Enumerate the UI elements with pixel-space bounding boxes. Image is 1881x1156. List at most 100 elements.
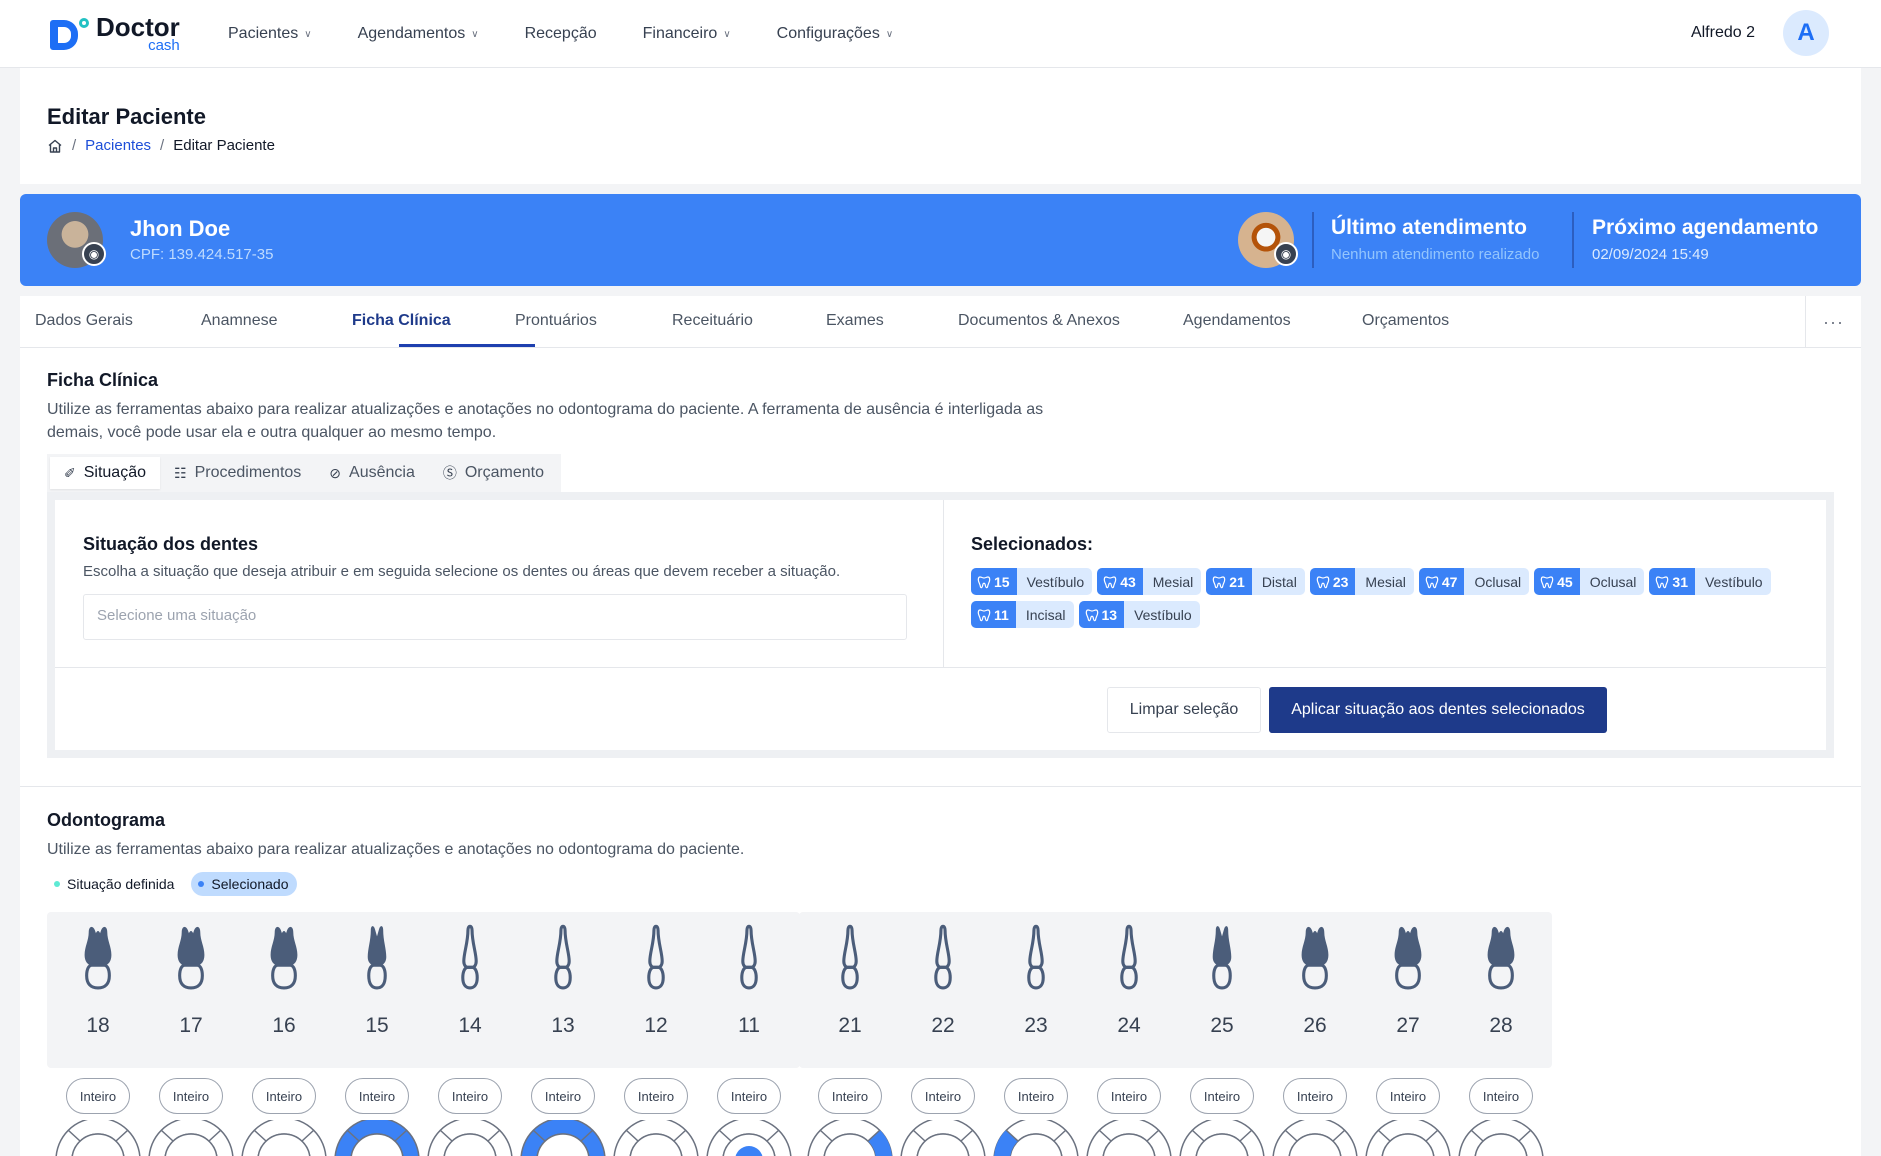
tab-exames[interactable]: Exames xyxy=(826,312,884,330)
tab-ficha-cl-nica[interactable]: Ficha Clínica xyxy=(352,312,451,330)
nav-agendamentos[interactable]: Agendamentos ∨ xyxy=(358,25,479,43)
tooth-state-pill[interactable]: Inteiro xyxy=(438,1078,502,1114)
tooth-state-pill[interactable]: Inteiro xyxy=(345,1078,409,1114)
tooth-faces-diagram[interactable] xyxy=(705,1120,793,1156)
tooth-28[interactable]: 28 xyxy=(1450,912,1552,1068)
tooth-state-pill[interactable]: Inteiro xyxy=(1376,1078,1440,1114)
tooth-state-pill[interactable]: Inteiro xyxy=(911,1078,975,1114)
selected-tooth-chip[interactable]: 21 Distal xyxy=(1206,568,1305,595)
tabs-more-button[interactable]: ··· xyxy=(1805,296,1861,348)
tab-receitu-rio[interactable]: Receituário xyxy=(672,312,753,330)
tab-dados-gerais[interactable]: Dados Gerais xyxy=(35,312,133,330)
tooth-face-28: Inteiro xyxy=(1450,1078,1552,1156)
tooth-faces-diagram[interactable] xyxy=(1178,1120,1266,1156)
camera-icon[interactable]: ◉ xyxy=(82,242,106,266)
user-name[interactable]: Alfredo 2 xyxy=(1691,24,1755,42)
tab-prontu-rios[interactable]: Prontuários xyxy=(515,312,597,330)
tooth-11[interactable]: 11 xyxy=(698,912,800,1068)
home-icon[interactable] xyxy=(47,138,63,154)
tooth-state-pill[interactable]: Inteiro xyxy=(818,1078,882,1114)
tooth-state-pill[interactable]: Inteiro xyxy=(1097,1078,1161,1114)
tab-agendamentos[interactable]: Agendamentos xyxy=(1183,312,1291,330)
selected-tooth-chip[interactable]: 15 Vestíbulo xyxy=(971,568,1093,595)
selected-tooth-chip[interactable]: 11 Incisal xyxy=(971,601,1074,628)
chip-area: Distal xyxy=(1261,573,1297,590)
tooth-faces-diagram[interactable] xyxy=(54,1120,142,1156)
tooth-state-pill[interactable]: Inteiro xyxy=(1190,1078,1254,1114)
main-menu: Pacientes ∨ Agendamentos ∨ Recepção Financeir… xyxy=(228,0,939,68)
tooth-state-pill[interactable]: Inteiro xyxy=(1283,1078,1347,1114)
tooth-faces-diagram[interactable] xyxy=(1085,1120,1173,1156)
legend-defined: Situação definida xyxy=(47,872,184,896)
tooth-25[interactable]: 25 xyxy=(1171,912,1273,1068)
subtab-procedimentos[interactable]: ☷ Procedimentos xyxy=(160,457,315,489)
tooth-24[interactable]: 24 xyxy=(1078,912,1180,1068)
nav-financeiro[interactable]: Financeiro ∨ xyxy=(643,25,731,43)
avatar[interactable]: A xyxy=(1783,10,1829,56)
tooth-faces-row: Inteiro Inteiro Inteiro Inteiro Inteiro Intei… xyxy=(47,1078,1837,1156)
ficha-description-line-1: Utilize as ferramentas abaixo para reali… xyxy=(47,401,1044,418)
tooth-18[interactable]: 18 xyxy=(47,912,149,1068)
selected-chips: 15 Vestíbulo 43 Mesial 21 Distal 23 Mesial 47 Ocl… xyxy=(971,568,1801,628)
apply-situation-button[interactable]: Aplicar situação aos dentes selecionados xyxy=(1269,687,1607,733)
selected-tooth-chip[interactable]: 31 Vestíbulo xyxy=(1649,568,1771,595)
tab-documentos-anexos[interactable]: Documentos & Anexos xyxy=(958,312,1120,330)
tooth-number: 13 xyxy=(551,1014,575,1037)
tooth-13[interactable]: 13 xyxy=(512,912,614,1068)
tooth-state-pill[interactable]: Inteiro xyxy=(252,1078,316,1114)
breadcrumb-separator: / xyxy=(160,137,165,154)
tab-anamnese[interactable]: Anamnese xyxy=(201,312,278,330)
nav-configuraes[interactable]: Configurações ∨ xyxy=(777,25,894,43)
tooth-faces-diagram[interactable] xyxy=(147,1120,235,1156)
tooth-15[interactable]: 15 xyxy=(326,912,428,1068)
tooth-faces-diagram[interactable] xyxy=(240,1120,328,1156)
tooth-22[interactable]: 22 xyxy=(892,912,994,1068)
breadcrumb-pacientes-link[interactable]: Pacientes xyxy=(85,137,151,154)
selected-tooth-chip[interactable]: 43 Mesial xyxy=(1097,568,1202,595)
tooth-27[interactable]: 27 xyxy=(1357,912,1459,1068)
tooth-faces-diagram[interactable] xyxy=(333,1120,421,1156)
tooth-faces-diagram[interactable] xyxy=(806,1120,894,1156)
tooth-faces-diagram[interactable] xyxy=(1271,1120,1359,1156)
odontograma-title: Odontograma xyxy=(47,810,166,830)
doctor-cash-logo[interactable]: Doctor cash xyxy=(50,14,180,53)
situacao-select[interactable]: Selecione uma situação xyxy=(83,594,907,640)
tooth-state-pill[interactable]: Inteiro xyxy=(66,1078,130,1114)
selected-tooth-chip[interactable]: 13 Vestíbulo xyxy=(1078,601,1200,628)
subtab-situa-o[interactable]: ✐ Situação xyxy=(50,457,160,489)
tooth-premolar-icon xyxy=(367,926,387,990)
tooth-faces-diagram[interactable] xyxy=(426,1120,514,1156)
tooth-state-pill[interactable]: Inteiro xyxy=(717,1078,781,1114)
camera-icon[interactable]: ◉ xyxy=(1274,242,1298,266)
tooth-17[interactable]: 17 xyxy=(140,912,242,1068)
subtab-or-amento[interactable]: Ⓢ Orçamento xyxy=(429,457,558,489)
selected-tooth-chip[interactable]: 45 Oclusal xyxy=(1534,568,1645,595)
tooth-state-pill[interactable]: Inteiro xyxy=(1004,1078,1068,1114)
tooth-state-pill[interactable]: Inteiro xyxy=(159,1078,223,1114)
tooth-faces-diagram[interactable] xyxy=(899,1120,987,1156)
tooth-state-pill[interactable]: Inteiro xyxy=(1469,1078,1533,1114)
tooth-faces-diagram[interactable] xyxy=(612,1120,700,1156)
nav-recepo[interactable]: Recepção xyxy=(525,25,597,43)
tab-or-amentos[interactable]: Orçamentos xyxy=(1362,312,1449,330)
user-menu[interactable]: Alfredo 2 A xyxy=(1691,10,1829,56)
selected-tooth-chip[interactable]: 23 Mesial xyxy=(1309,568,1414,595)
chip-area: Oclusal xyxy=(1474,573,1522,590)
tooth-faces-diagram[interactable] xyxy=(992,1120,1080,1156)
tooth-state-pill[interactable]: Inteiro xyxy=(624,1078,688,1114)
tooth-23[interactable]: 23 xyxy=(985,912,1087,1068)
selected-tooth-chip[interactable]: 47 Oclusal xyxy=(1418,568,1530,595)
tooth-state-pill[interactable]: Inteiro xyxy=(531,1078,595,1114)
breadcrumb-current: Editar Paciente xyxy=(173,137,275,154)
tooth-14[interactable]: 14 xyxy=(419,912,521,1068)
tooth-faces-diagram[interactable] xyxy=(1457,1120,1545,1156)
subtab-aus-ncia[interactable]: ⊘ Ausência xyxy=(315,457,429,489)
tooth-21[interactable]: 21 xyxy=(799,912,901,1068)
tooth-faces-diagram[interactable] xyxy=(1364,1120,1452,1156)
tooth-26[interactable]: 26 xyxy=(1264,912,1366,1068)
tooth-16[interactable]: 16 xyxy=(233,912,335,1068)
nav-pacientes[interactable]: Pacientes ∨ xyxy=(228,25,312,43)
tooth-12[interactable]: 12 xyxy=(605,912,707,1068)
tooth-faces-diagram[interactable] xyxy=(519,1120,607,1156)
clear-selection-button[interactable]: Limpar seleção xyxy=(1107,687,1261,733)
